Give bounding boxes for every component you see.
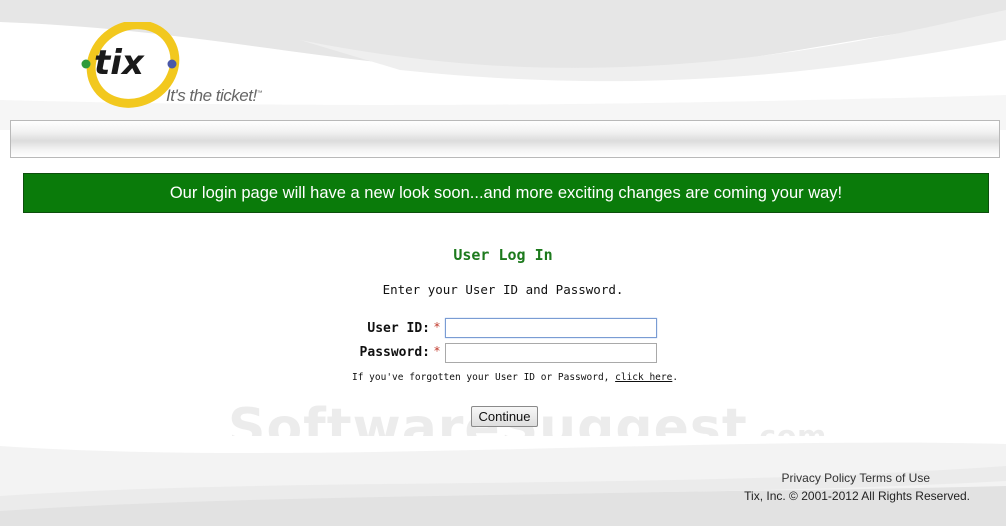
password-required-mark: * <box>434 344 440 358</box>
continue-button[interactable]: Continue <box>471 406 538 427</box>
user-id-required-mark: * <box>434 320 440 334</box>
password-input[interactable] <box>445 343 657 363</box>
announcement-banner: Our login page will have a new look soon… <box>23 173 989 213</box>
banner-text: Our login page will have a new look soon… <box>169 183 843 202</box>
terms-of-use-link[interactable]: Terms of Use <box>859 471 930 485</box>
login-page: tix It's the ticket!™ Our login page wil… <box>0 0 1006 526</box>
login-instructions: Enter your User ID and Password. <box>382 282 624 297</box>
tagline: It's the ticket!™ <box>166 86 263 105</box>
login-title: User Log In <box>453 246 553 264</box>
copyright-text: Tix, Inc. © 2001-2012 All Rights Reserve… <box>744 489 970 503</box>
logo-wordmark: tix <box>94 43 145 83</box>
password-label: Password: <box>359 345 430 360</box>
forgot-credentials-text: If you've forgotten your User ID or Pass… <box>352 372 679 383</box>
forgot-click-here-link[interactable]: click here <box>615 372 672 383</box>
footer-links: Privacy Policy Terms of Use <box>782 471 931 485</box>
privacy-policy-link[interactable]: Privacy Policy <box>782 471 857 485</box>
nav-bar <box>10 120 1000 158</box>
user-id-input[interactable] <box>445 318 657 338</box>
user-id-label: User ID: <box>367 321 430 336</box>
